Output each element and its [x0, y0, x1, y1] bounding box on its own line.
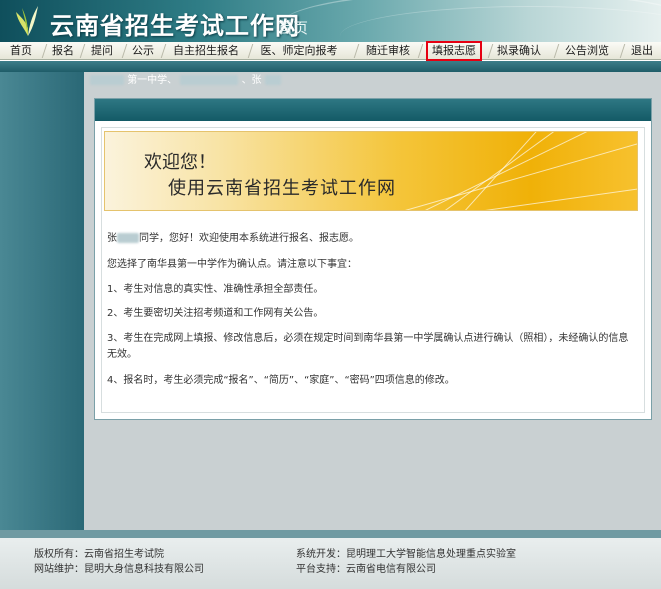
nav-announcements[interactable]: 公告浏览 — [564, 43, 610, 59]
footer-copyright-value: 云南省招生考试院 — [84, 549, 164, 560]
nav-separator — [79, 44, 86, 58]
nav-logout[interactable]: 退出 — [628, 43, 656, 59]
notice-item-2: 2、考生要密切关注招考频道和工作网有关公告。 — [107, 308, 324, 319]
greeting-line: 张 同学，您好！欢迎使用本系统进行报名、报志愿。 — [107, 231, 359, 247]
nav-separator — [553, 44, 560, 58]
nav-separator — [41, 44, 48, 58]
footer-platform-label: 平台支持： — [296, 564, 346, 575]
greeting-suffix: 同学，您好！欢迎使用本系统进行报名、报志愿。 — [139, 233, 359, 244]
footer-top-border — [0, 530, 661, 538]
footer-dev-value: 昆明理工大学智能信息处理重点实验室 — [346, 549, 516, 560]
site-header: 云南省招生考试工作网 首页 — [0, 0, 661, 42]
panel-header — [95, 99, 651, 121]
nav-separator — [487, 44, 494, 58]
footer-maintain-label: 网站维护： — [34, 564, 84, 575]
notice-line: 您选择了南华县第一中学作为确认点。请注意以下事宜： — [107, 259, 357, 270]
notice-item-4: 4、报名时，考生必须完成“报名”、“简历”、“家庭”、“密码”四项信息的修改。 — [107, 375, 455, 386]
nav-register[interactable]: 报名 — [50, 43, 76, 59]
redacted-text — [117, 233, 139, 243]
nav-directed-enrollment[interactable]: 医、师定向报考 — [258, 43, 340, 59]
redacted-text — [180, 75, 239, 85]
footer-maintain-value: 昆明大身信息科技有限公司 — [84, 564, 204, 575]
left-column — [0, 72, 84, 530]
banner-ray — [425, 132, 637, 210]
nav-fill-application[interactable]: 填报志愿 — [426, 41, 482, 61]
nav-separator — [353, 44, 360, 58]
top-nav: 首页 报名 提问 公示 自主招生报名 医、师定向报考 随迁审核 填报志愿 拟录确… — [0, 41, 661, 61]
banner-usage-text: 使用云南省招生考试工作网 — [168, 178, 396, 199]
nav-publicity[interactable]: 公示 — [130, 43, 156, 59]
banner-ray — [485, 184, 637, 210]
footer-copyright-label: 版权所有： — [34, 549, 84, 560]
greeting-prefix: 张 — [107, 233, 117, 244]
notice-item-3: 3、考生在完成网上填报、修改信息后，必须在规定时间到南华县第一中学属确认点进行确… — [107, 333, 629, 360]
logo-icon — [16, 6, 38, 36]
footer-platform-value: 云南省电信有限公司 — [346, 564, 436, 575]
home-label: 首页 — [278, 19, 309, 37]
footer-maintainer: 网站维护：昆明大身信息科技有限公司 — [34, 563, 204, 577]
nav-admission-confirm[interactable]: 拟录确认 — [496, 43, 542, 59]
footer-developer: 系统开发：昆明理工大学智能信息处理重点实验室 — [296, 548, 516, 562]
redacted-text — [90, 75, 124, 85]
nav-home[interactable]: 首页 — [6, 43, 36, 59]
user-info-strip: 第一中学、 、张 — [90, 74, 281, 88]
nav-separator — [160, 44, 167, 58]
nav-separator — [247, 44, 254, 58]
nav-separator — [121, 44, 128, 58]
site-title: 云南省招生考试工作网 — [50, 12, 300, 40]
nav-migration-review[interactable]: 随迁审核 — [366, 43, 410, 59]
nav-separator — [417, 44, 424, 58]
footer-copyright: 版权所有：云南省招生考试院 — [34, 548, 164, 562]
footer-platform: 平台支持：云南省电信有限公司 — [296, 563, 436, 577]
footer-dev-label: 系统开发： — [296, 549, 346, 560]
banner-welcome-text: 欢迎您！ — [144, 152, 216, 173]
banner-ray — [445, 132, 624, 210]
notice-item-1: 1、考生对信息的真实性、准确性承担全部责任。 — [107, 284, 324, 295]
nav-independent-enrollment[interactable]: 自主招生报名 — [170, 43, 242, 59]
nav-bottom-band — [0, 61, 661, 72]
banner-ray — [465, 132, 600, 210]
user-name-prefix: 、张 — [241, 75, 262, 86]
nav-separator — [619, 44, 626, 58]
user-school: 第一中学、 — [127, 75, 178, 86]
banner-ray — [405, 138, 637, 210]
redacted-text — [264, 75, 281, 85]
nav-ask[interactable]: 提问 — [89, 43, 115, 59]
